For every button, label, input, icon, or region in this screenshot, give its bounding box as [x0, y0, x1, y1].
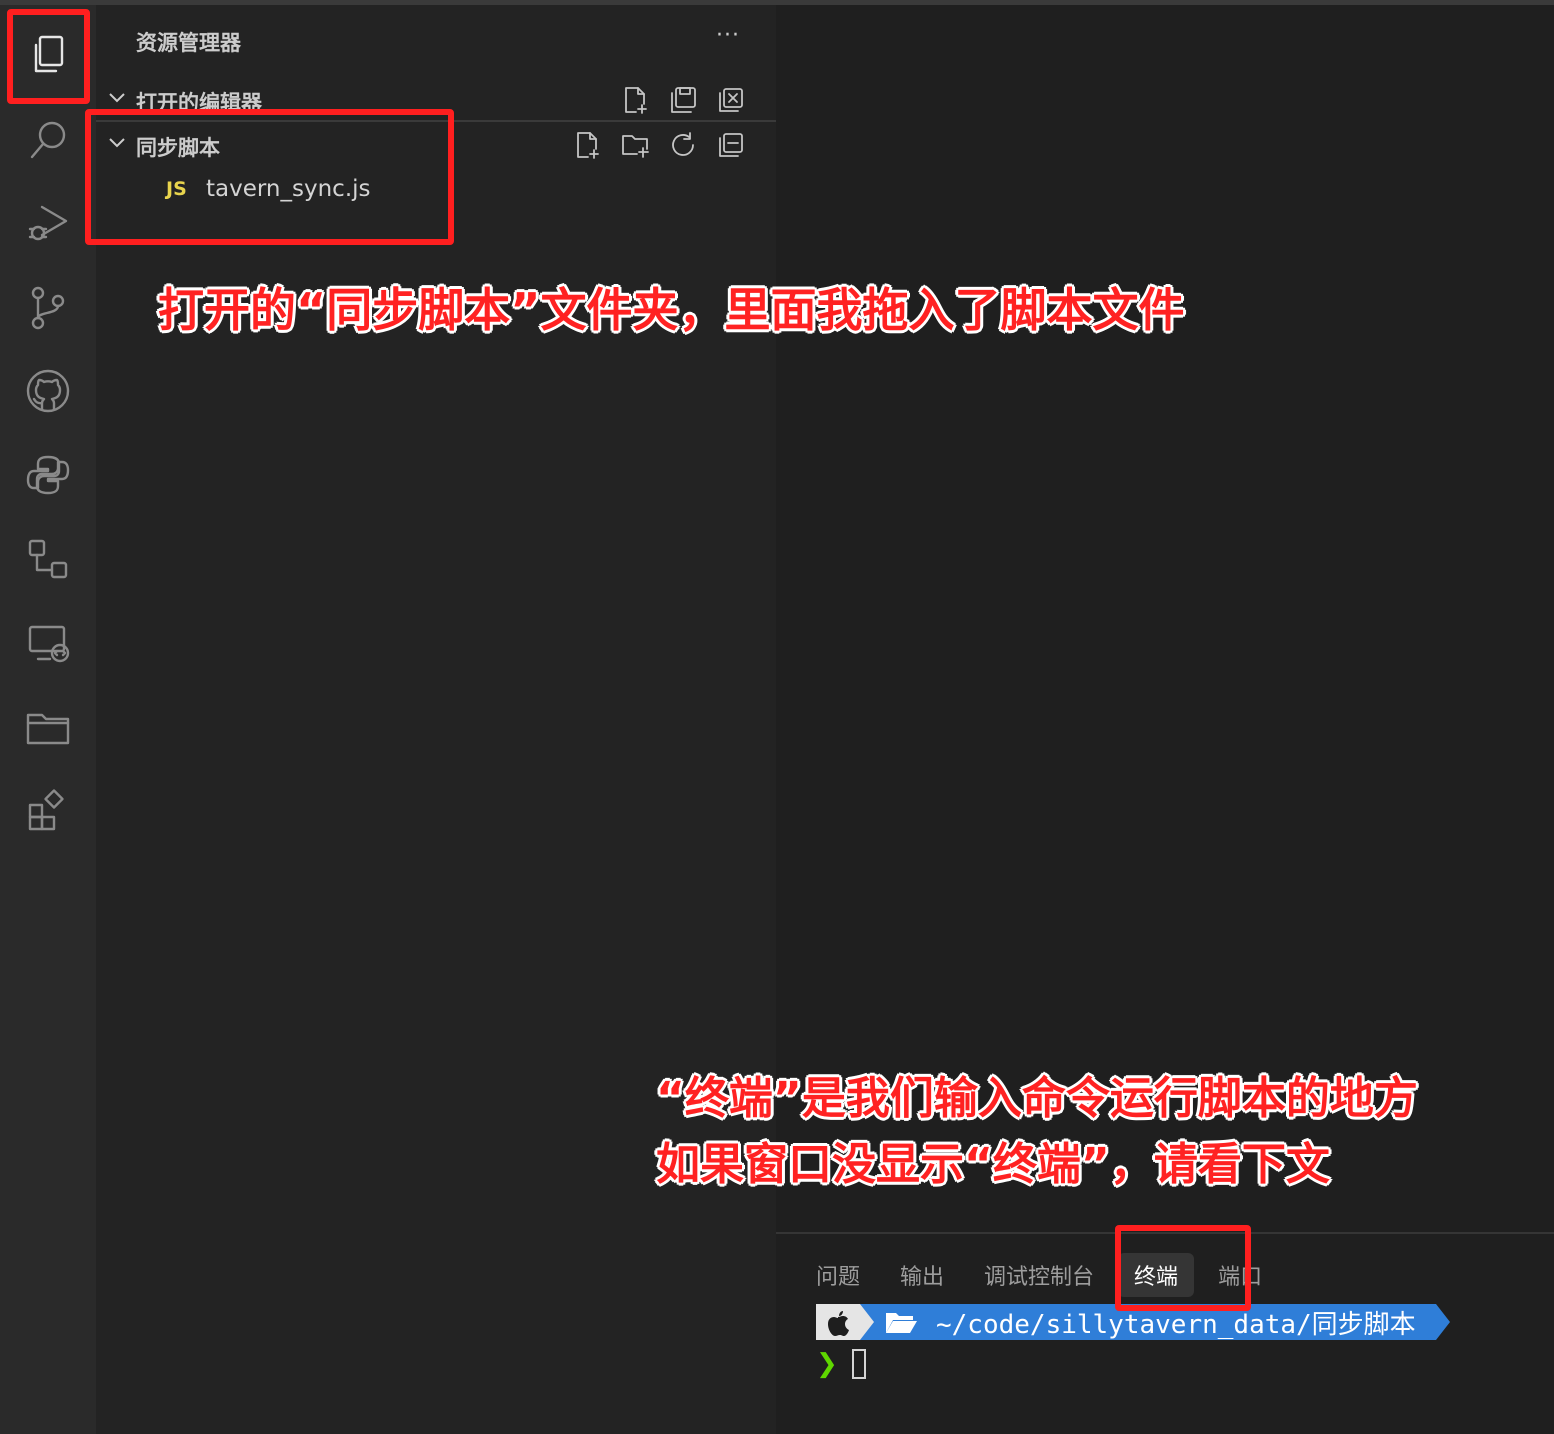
python-icon[interactable] — [18, 445, 78, 505]
highlight-box-terminal-tab — [1115, 1225, 1251, 1311]
annotation-terminal-note-line2: 如果窗口没显示“终端”，请看下文 — [656, 1139, 1330, 1190]
highlight-box-explorer — [7, 9, 90, 104]
new-untitled-file-icon[interactable] — [618, 83, 652, 117]
annotation-folder-note: 打开的“同步脚本”文件夹，里面我拖入了脚本文件 — [158, 283, 1185, 337]
editor-area — [776, 5, 1554, 1232]
github-icon[interactable] — [18, 361, 78, 421]
source-control-icon[interactable] — [18, 277, 78, 337]
highlight-box-folder — [85, 109, 454, 245]
new-folder-icon[interactable] — [618, 128, 652, 162]
terminal-input-line[interactable]: ❯ — [816, 1346, 866, 1382]
run-debug-icon[interactable] — [18, 193, 78, 253]
collapse-all-icon[interactable] — [714, 128, 748, 162]
open-folder-icon — [886, 1313, 917, 1333]
more-actions-button[interactable]: ··· — [716, 23, 740, 48]
apple-icon — [816, 1304, 860, 1340]
tab-output[interactable]: 输出 — [900, 1253, 944, 1297]
refresh-icon[interactable] — [666, 128, 700, 162]
tab-debug-console[interactable]: 调试控制台 — [984, 1253, 1094, 1297]
prompt-separator — [1435, 1304, 1450, 1340]
search-icon[interactable] — [18, 109, 78, 169]
annotation-terminal-note-line1: “终端”是我们输入命令运行脚本的地方 — [656, 1073, 1418, 1124]
folder-icon[interactable] — [18, 697, 78, 757]
save-all-icon[interactable] — [666, 83, 700, 117]
close-all-icon[interactable] — [714, 83, 748, 117]
new-file-icon[interactable] — [570, 128, 604, 162]
chevron-down-icon — [106, 87, 128, 109]
tab-problems[interactable]: 问题 — [816, 1253, 860, 1297]
terminal-cursor — [851, 1349, 866, 1379]
workflow-icon[interactable] — [18, 529, 78, 589]
prompt-symbol: ❯ — [816, 1349, 838, 1379]
sidebar-title: 资源管理器 — [136, 31, 241, 55]
activity-bar — [0, 5, 96, 1434]
remote-explorer-icon[interactable] — [18, 613, 78, 673]
extensions-icon[interactable] — [18, 781, 78, 841]
prompt-separator — [860, 1304, 874, 1340]
